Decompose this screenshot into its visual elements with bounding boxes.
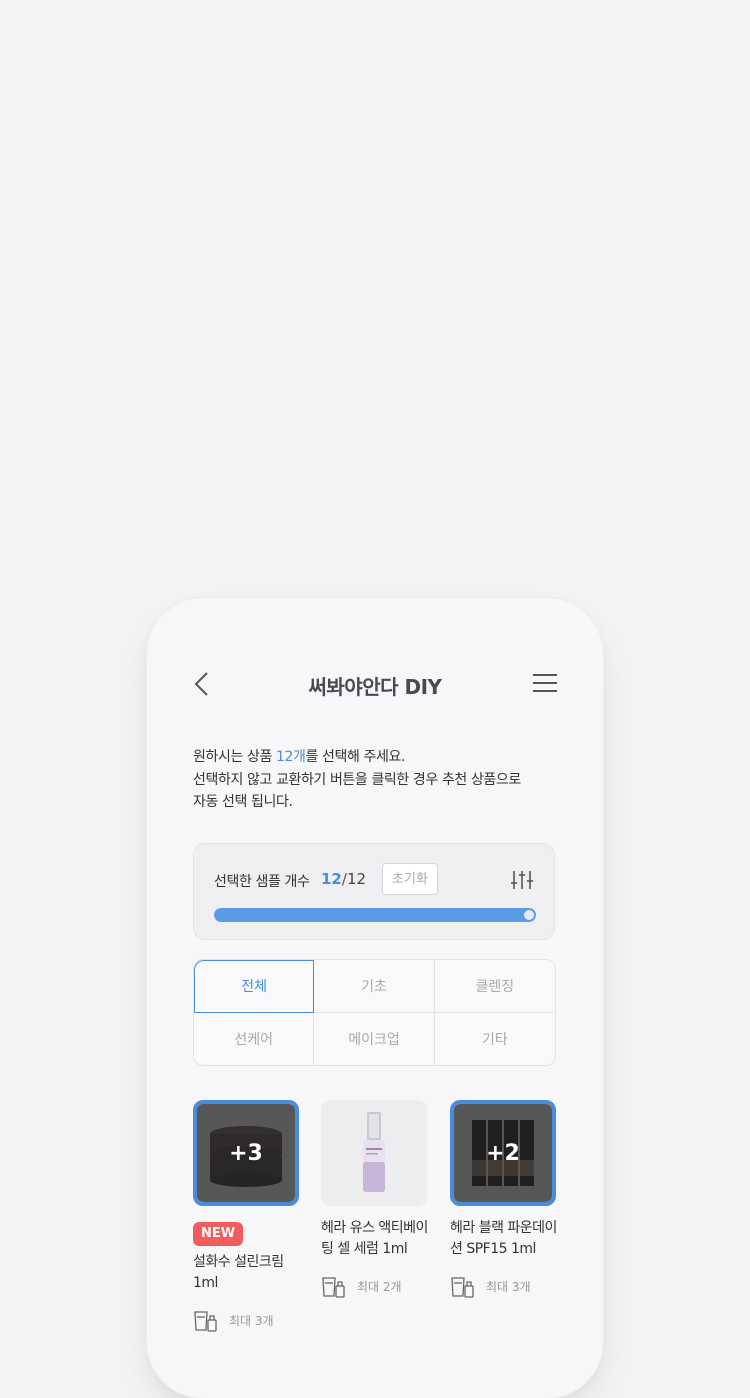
product-name: 헤라 유스 액티베이팅 셀 세럼 1ml [321, 1220, 428, 1257]
progress-bar [214, 908, 536, 922]
counter-current: 12 [321, 870, 342, 888]
product-thumbnail[interactable]: +2 [450, 1100, 556, 1206]
tab-etc[interactable]: 기타 [435, 1013, 555, 1066]
tab-suncare[interactable]: 선케어 [194, 1012, 315, 1065]
new-badge: NEW [193, 1222, 243, 1246]
max-limit: 최대 2개 [321, 1274, 431, 1298]
sample-tubes-icon [322, 1277, 345, 1298]
counter-max: 12 [346, 870, 367, 888]
intro-line2: 선택하지 않고 교환하기 버튼을 클릭한 경우 추천 상품으로 [193, 771, 521, 788]
tab-cleansing[interactable]: 클렌징 [434, 960, 555, 1013]
serum-bottle-image [321, 1100, 427, 1206]
selected-count-overlay: +3 [197, 1104, 295, 1202]
max-limit-label: 최대 2개 [357, 1280, 402, 1294]
product-thumbnail[interactable] [321, 1100, 427, 1206]
sample-counter-panel: 선택한 샘플 개수 12/12 초기화 [193, 843, 555, 940]
max-limit: 최대 3개 [450, 1274, 560, 1298]
counter-label: 선택한 샘플 개수 [214, 874, 310, 890]
selected-count-overlay: +2 [454, 1104, 552, 1202]
product-thumbnail[interactable]: +3 [193, 1100, 299, 1206]
tab-all[interactable]: 전체 [194, 960, 315, 1013]
product-name: 설화수 설린크림 1ml [193, 1254, 284, 1291]
intro-highlight-count: 12개 [275, 749, 306, 765]
sample-tubes-icon [451, 1277, 474, 1298]
counter-value: 12/12 [321, 870, 366, 888]
progress-fill [214, 908, 536, 922]
tab-makeup[interactable]: 메이크업 [314, 1012, 435, 1065]
max-limit: 최대 3개 [193, 1308, 303, 1332]
max-limit-label: 최대 3개 [486, 1280, 531, 1294]
tab-skincare[interactable]: 기초 [314, 960, 435, 1013]
hamburger-menu-icon[interactable] [531, 670, 559, 698]
intro-line1-pre: 원하시는 상품 [193, 749, 276, 765]
intro-line3: 자동 선택 됩니다. [193, 794, 293, 810]
progress-knob[interactable] [524, 910, 534, 920]
instruction-text: 원하시는 상품 12개를 선택해 주세요. 선택하지 않고 교환하기 버튼을 클… [193, 746, 573, 814]
max-limit-label: 최대 3개 [229, 1314, 274, 1328]
filter-sliders-icon[interactable] [510, 868, 534, 892]
intro-line1-post: 를 선택해 주세요. [305, 749, 405, 765]
category-tabs: 전체 기초 클렌징 선케어 메이크업 기타 [193, 959, 556, 1066]
sample-tubes-icon [194, 1311, 217, 1332]
phone-frame: 써봐야안다 DIY 원하시는 상품 12개를 선택해 주세요. 선택하지 않고 … [147, 598, 603, 1398]
product-name: 헤라 블랙 파운데이션 SPF15 1ml [450, 1220, 557, 1257]
reset-button[interactable]: 초기화 [382, 863, 438, 895]
header: 써봐야안다 DIY [147, 664, 603, 704]
